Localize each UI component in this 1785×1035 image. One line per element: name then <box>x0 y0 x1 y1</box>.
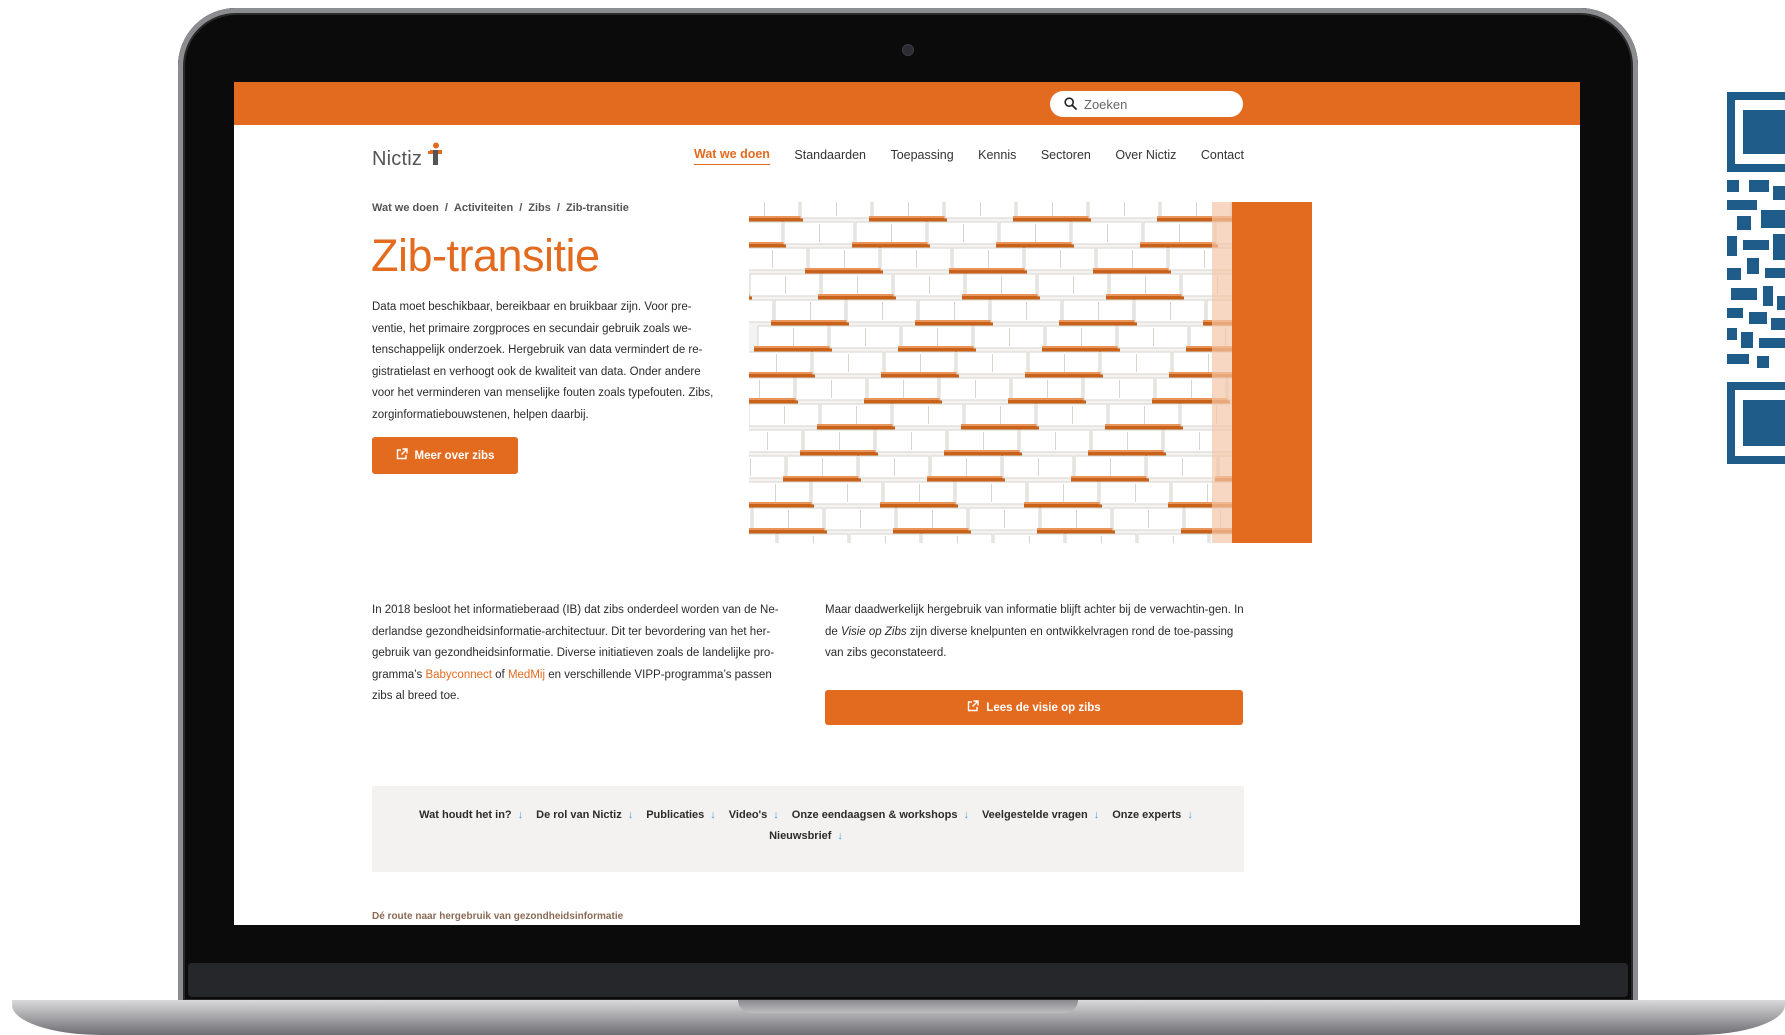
anchor-link[interactable]: Nieuwsbrief ↓ <box>769 830 843 842</box>
lees-de-visie-label: Lees de visie op zibs <box>986 701 1101 714</box>
browser-viewport: Zoeken Nictiz Wat we doen Standaarden To… <box>234 82 1580 925</box>
lees-de-visie-button[interactable]: Lees de visie op zibs <box>825 690 1243 725</box>
arrow-down-icon: ↓ <box>710 809 716 821</box>
main-nav: Wat we doen Standaarden Toepassing Kenni… <box>694 145 1244 167</box>
logo-figure-icon <box>425 142 443 171</box>
external-link-icon <box>396 448 408 463</box>
anchor-link[interactable]: Veelgestelde vragen ↓ <box>982 809 1099 821</box>
anchor-label: Onze experts <box>1112 809 1182 821</box>
intro-text: Data moet beschikbaar, bereikbaar en bru… <box>372 301 714 421</box>
nictiz-logo[interactable]: Nictiz <box>372 142 443 171</box>
arrow-down-icon: ↓ <box>1093 809 1100 821</box>
breadcrumb: Wat we doen / Activiteiten / Zibs / Zib-… <box>372 202 629 214</box>
arrow-down-icon: ↓ <box>963 809 969 821</box>
medmij-link[interactable]: MedMij <box>508 669 545 681</box>
arrow-down-icon: ↓ <box>627 809 634 821</box>
anchor-label: Wat houdt het in? <box>419 809 512 821</box>
anchor-label: Onze eendaagsen & workshops <box>791 809 958 821</box>
content-right-text: Maar daadwerkelijk hergebruik van inform… <box>825 600 1245 665</box>
nav-item-standaarden[interactable]: Standaarden <box>794 148 866 165</box>
arrow-down-icon: ↓ <box>837 830 843 842</box>
anchor-navigation: Wat houdt het in? ↓ De rol van Nictiz ↓ Pu… <box>372 786 1244 872</box>
breadcrumb-separator: / <box>444 202 448 214</box>
anchor-label: Video's <box>728 809 768 821</box>
arrow-down-icon: ↓ <box>773 809 779 821</box>
search-icon <box>1064 97 1078 111</box>
breadcrumb-separator: / <box>556 202 560 214</box>
section-tagline: Dé route naar hergebruik van gezondheids… <box>372 911 624 922</box>
logo-text: Nictiz <box>372 148 423 170</box>
anchor-link[interactable]: Onze eendaagsen & workshops ↓ <box>792 809 969 821</box>
top-bar: Zoeken <box>234 82 1580 125</box>
anchor-label: Nieuwsbrief <box>769 830 832 842</box>
search-input[interactable]: Zoeken <box>1050 91 1243 117</box>
anchor-link[interactable]: Wat houdt het in? ↓ <box>419 809 523 821</box>
nav-item-toepassing[interactable]: Toepassing <box>890 148 953 165</box>
anchor-label: De rol van Nictiz <box>536 809 622 821</box>
nav-item-wat-we-doen[interactable]: Wat we doen <box>694 147 770 165</box>
external-link-icon <box>967 700 979 715</box>
nav-item-kennis[interactable]: Kennis <box>978 148 1016 165</box>
breadcrumb-separator: / <box>519 202 523 214</box>
anchor-link[interactable]: De rol van Nictiz ↓ <box>536 809 633 821</box>
anchor-row: Wat houdt het in? ↓ De rol van Nictiz ↓ Pu… <box>372 809 1244 821</box>
breadcrumb-current: Zib-transitie <box>565 202 629 214</box>
breadcrumb-item[interactable]: Zibs <box>528 202 551 214</box>
anchor-link[interactable]: Video's ↓ <box>729 809 779 821</box>
meer-over-zibs-button[interactable]: Meer over zibs <box>372 437 518 474</box>
search-placeholder: Zoeken <box>1084 96 1128 112</box>
laptop-camera <box>902 44 914 56</box>
hero-image-stairs <box>749 202 1312 543</box>
anchor-link[interactable]: Publicaties ↓ <box>646 809 716 821</box>
page-title: Zib-transitie <box>371 230 600 281</box>
babyconnect-link[interactable]: Babyconnect <box>425 669 492 681</box>
arrow-down-icon: ↓ <box>517 809 524 821</box>
qr-code <box>1727 92 1785 464</box>
nav-item-contact[interactable]: Contact <box>1201 148 1244 165</box>
anchor-row: Nieuwsbrief ↓ <box>372 830 1244 842</box>
nav-item-sectoren[interactable]: Sectoren <box>1041 148 1091 165</box>
breadcrumb-item[interactable]: Wat we doen <box>372 202 439 214</box>
anchor-link[interactable]: Onze experts ↓ <box>1112 809 1193 821</box>
anchor-label: Publicaties <box>646 809 705 821</box>
meer-over-zibs-label: Meer over zibs <box>414 449 495 462</box>
laptop-hinge <box>738 1000 1078 1013</box>
laptop-chin <box>188 963 1628 997</box>
visie-op-zibs-emphasis: Visie op Zibs <box>841 625 907 638</box>
arrow-down-icon: ↓ <box>1187 809 1193 821</box>
breadcrumb-item[interactable]: Activiteiten <box>454 202 513 214</box>
content-left-part: of <box>491 668 508 681</box>
anchor-label: Veelgestelde vragen <box>981 809 1088 821</box>
nav-item-over-nictiz[interactable]: Over Nictiz <box>1115 148 1176 165</box>
content-left-text: In 2018 besloot het informatieberaad (IB… <box>372 600 792 708</box>
